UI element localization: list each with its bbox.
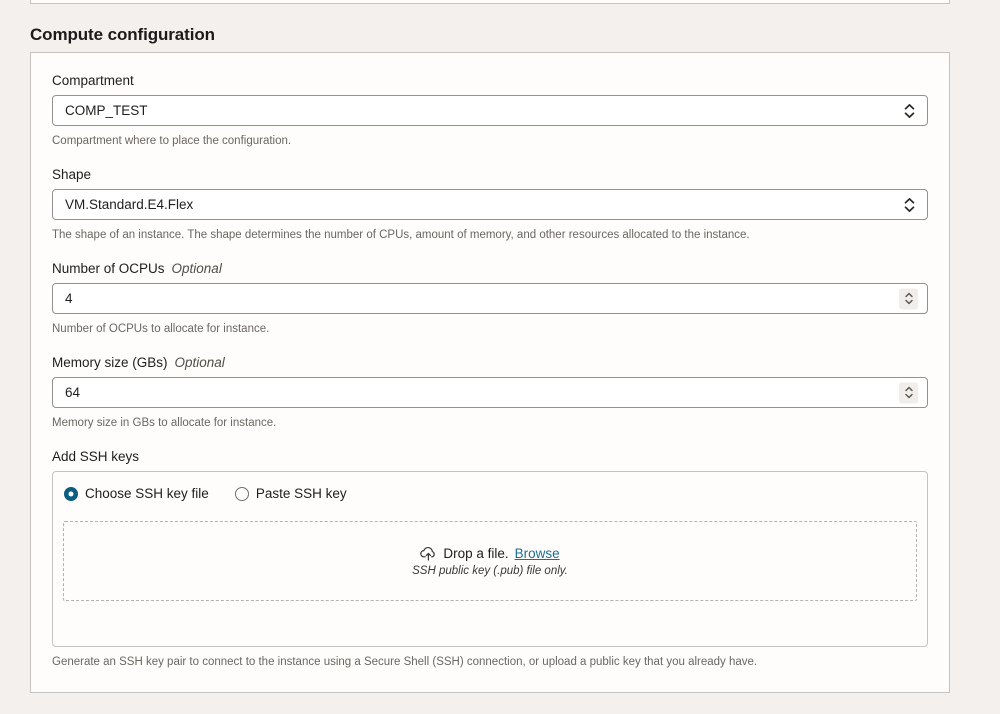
field-memory: Memory size (GBs) Optional Memory size i…	[52, 355, 928, 430]
radio-selected-icon[interactable]	[64, 487, 78, 501]
ocpus-help: Number of OCPUs to allocate for instance…	[52, 322, 928, 336]
dropzone-hint: SSH public key (.pub) file only.	[412, 565, 568, 577]
chevron-down-icon	[905, 394, 913, 399]
compartment-select-value: COMP_TEST	[53, 103, 148, 118]
ssh-keys-help: Generate an SSH key pair to connect to t…	[52, 655, 928, 669]
field-ssh-keys: Add SSH keys Choose SSH key file Paste S…	[52, 449, 928, 669]
ocpus-optional-tag: Optional	[172, 261, 222, 277]
browse-link[interactable]: Browse	[515, 546, 560, 561]
cloud-upload-icon	[420, 546, 437, 561]
chevron-up-icon	[905, 293, 913, 298]
chevron-up-icon	[905, 387, 913, 392]
ocpus-input-wrapper	[52, 283, 928, 314]
compartment-label-row: Compartment	[52, 73, 928, 89]
compute-configuration-panel: Compartment COMP_TEST Compartment where …	[30, 52, 950, 693]
drop-a-file-text: Drop a file.	[443, 546, 508, 561]
ocpus-label-row: Number of OCPUs Optional	[52, 261, 928, 277]
shape-select-value: VM.Standard.E4.Flex	[53, 197, 193, 212]
select-chevrons-icon	[904, 197, 915, 212]
chevron-down-icon	[905, 300, 913, 305]
radio-paste-label: Paste SSH key	[256, 486, 347, 501]
ssh-label-row: Add SSH keys	[52, 449, 928, 465]
field-shape: Shape VM.Standard.E4.Flex The shape of a…	[52, 167, 928, 242]
field-ocpus: Number of OCPUs Optional Number of OCPUs…	[52, 261, 928, 336]
memory-label-row: Memory size (GBs) Optional	[52, 355, 928, 371]
compartment-label: Compartment	[52, 73, 134, 89]
field-compartment: Compartment COMP_TEST Compartment where …	[52, 73, 928, 148]
radio-unselected-icon[interactable]	[235, 487, 249, 501]
shape-select[interactable]: VM.Standard.E4.Flex	[52, 189, 928, 220]
memory-help: Memory size in GBs to allocate for insta…	[52, 416, 928, 430]
shape-help: The shape of an instance. The shape dete…	[52, 228, 928, 242]
shape-label-row: Shape	[52, 167, 928, 183]
ssh-keys-box: Choose SSH key file Paste SSH key Drop a…	[52, 471, 928, 647]
memory-stepper[interactable]	[899, 382, 918, 403]
ocpus-stepper[interactable]	[899, 288, 918, 309]
radio-paste-ssh-key[interactable]: Paste SSH key	[235, 486, 347, 501]
ssh-file-dropzone[interactable]: Drop a file. Browse SSH public key (.pub…	[63, 521, 917, 601]
ssh-radio-group: Choose SSH key file Paste SSH key	[63, 486, 917, 501]
select-chevrons-icon	[904, 103, 915, 118]
previous-section-panel-cutoff	[30, 0, 950, 4]
memory-input-wrapper	[52, 377, 928, 408]
page-title: Compute configuration	[30, 25, 215, 45]
dropzone-text-row: Drop a file. Browse	[420, 546, 559, 561]
ocpus-input[interactable]	[53, 284, 927, 313]
radio-choose-ssh-key-file[interactable]: Choose SSH key file	[64, 486, 209, 501]
shape-label: Shape	[52, 167, 91, 183]
compartment-select[interactable]: COMP_TEST	[52, 95, 928, 126]
ocpus-label: Number of OCPUs	[52, 261, 165, 277]
radio-choose-label: Choose SSH key file	[85, 486, 209, 501]
compartment-help: Compartment where to place the configura…	[52, 134, 928, 148]
memory-label: Memory size (GBs)	[52, 355, 168, 371]
memory-input[interactable]	[53, 378, 927, 407]
memory-optional-tag: Optional	[175, 355, 225, 371]
ssh-keys-label: Add SSH keys	[52, 449, 139, 465]
